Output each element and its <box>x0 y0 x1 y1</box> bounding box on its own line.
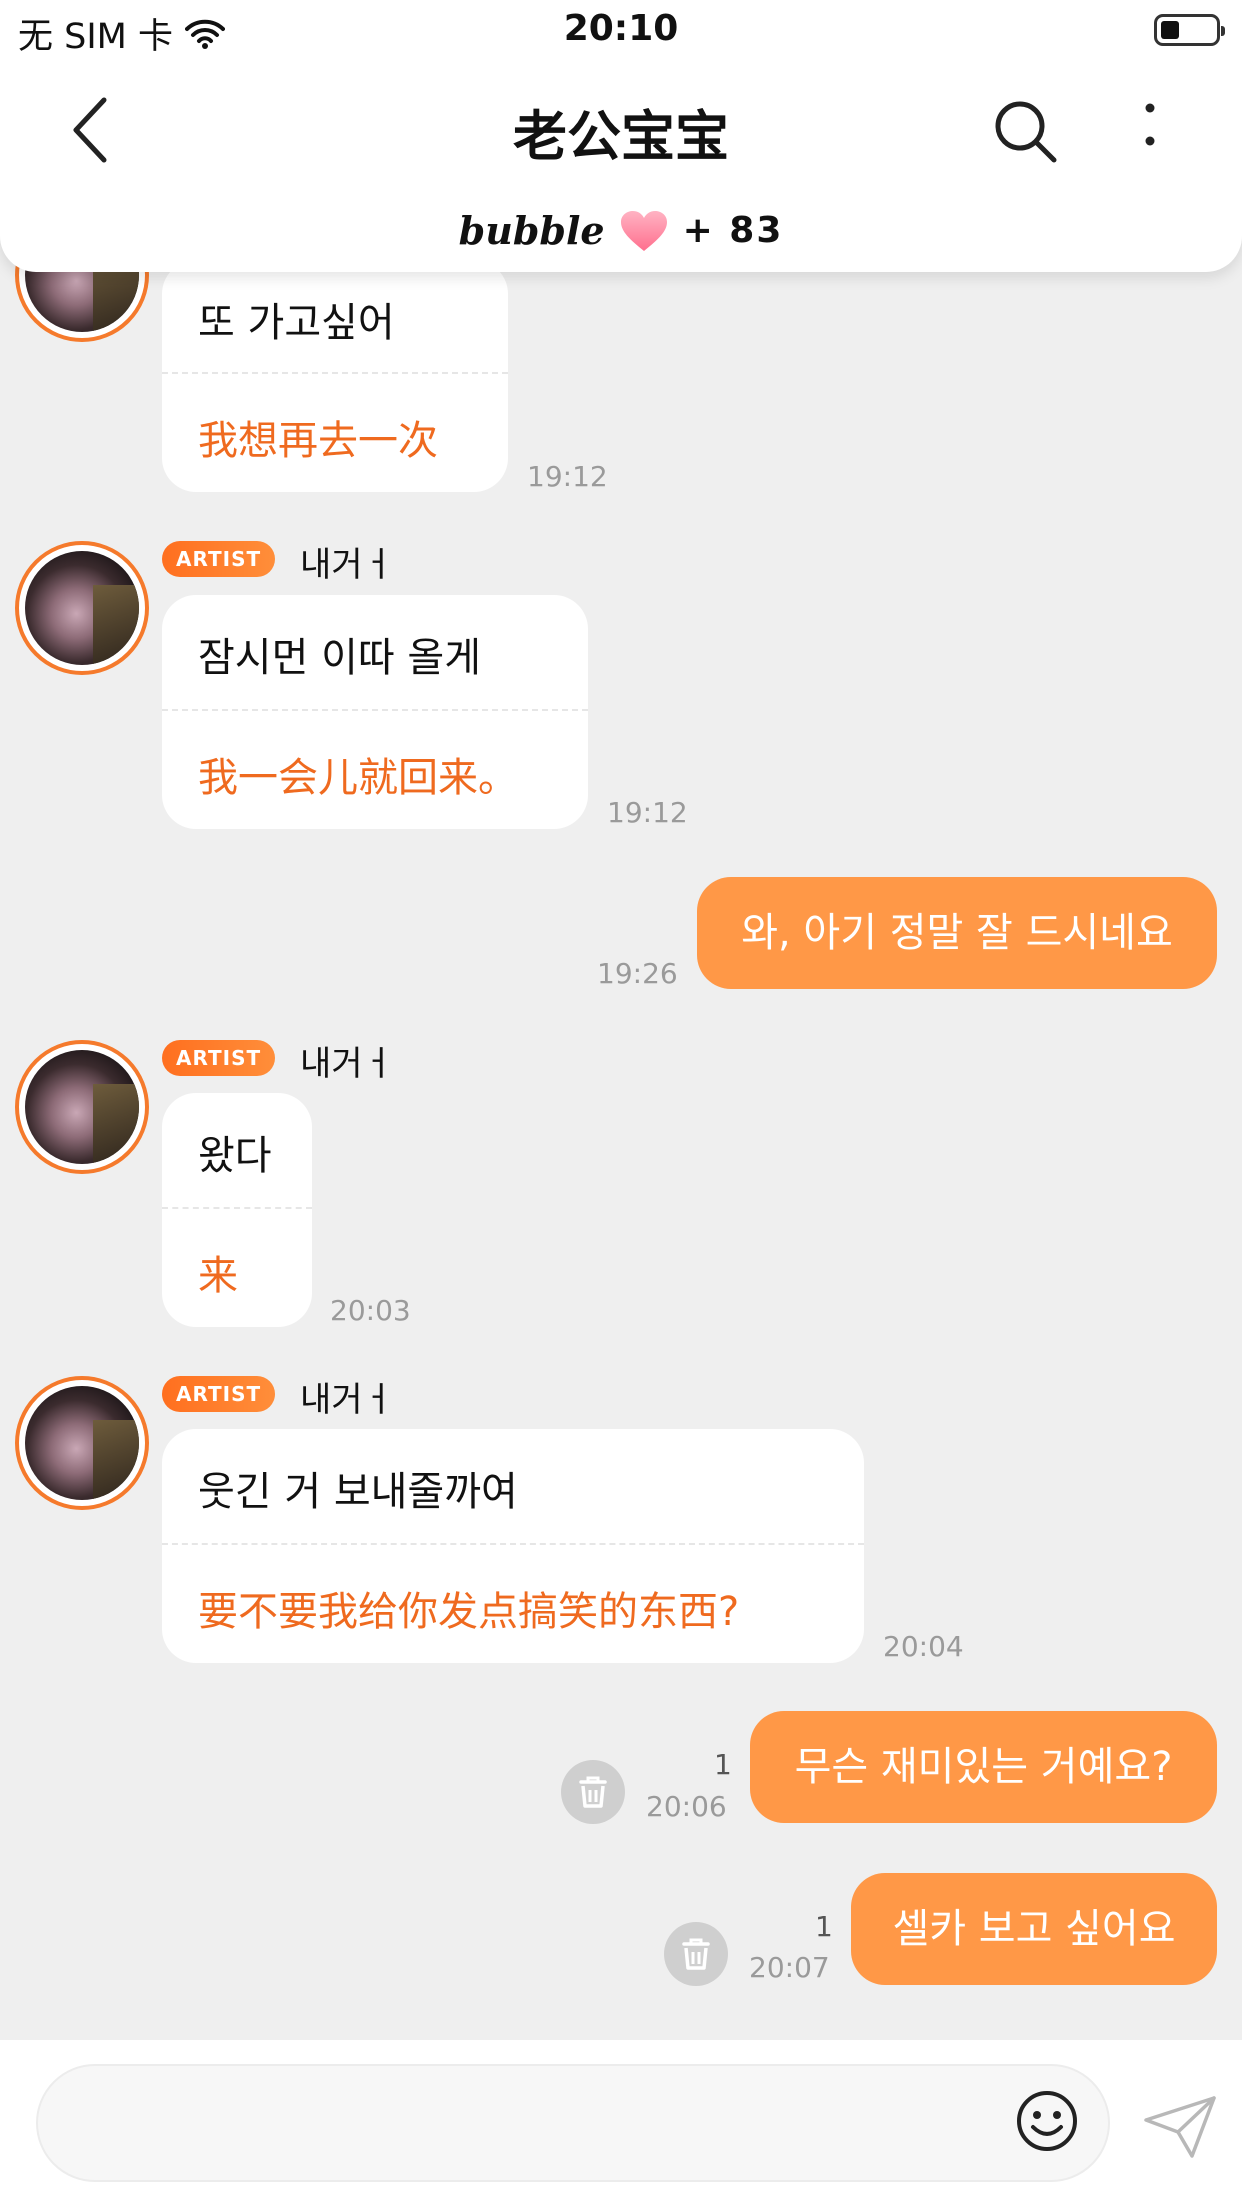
sender-name: 내거ㅓ <box>300 1044 394 1084</box>
message-korean: 왔다 <box>198 1133 272 1179</box>
message-time: 20:03 <box>330 1294 411 1327</box>
message-time: 19:12 <box>607 796 688 829</box>
more-vertical-icon <box>1145 103 1155 146</box>
artist-avatar[interactable] <box>15 541 149 675</box>
message-translation: 我一会儿就回来。 <box>198 755 518 801</box>
received-message: 왔다 来 <box>162 1093 312 1327</box>
delete-message-button[interactable] <box>561 1760 625 1824</box>
sender-name: 내거ㅓ <box>300 1380 394 1420</box>
sent-message: 와, 아기 정말 잘 드시네요 <box>697 877 1217 989</box>
message-divider <box>162 709 588 711</box>
message-divider <box>162 1543 864 1545</box>
unread-count: 1 <box>714 1748 732 1781</box>
message-input[interactable] <box>36 2064 1110 2182</box>
composer-bar <box>0 2040 1242 2208</box>
message-time: 20:07 <box>749 1951 830 1984</box>
trash-icon <box>682 1938 710 1970</box>
send-icon <box>1144 2096 1216 2158</box>
search-button[interactable] <box>990 96 1060 166</box>
bubble-status: bubble + 83 <box>0 208 1242 253</box>
artist-badge: ARTIST <box>162 541 276 577</box>
search-icon <box>995 101 1057 163</box>
artist-avatar[interactable] <box>15 1376 149 1510</box>
received-message: 또 가고싶어 我想再去一次 <box>162 260 508 492</box>
message-time: 19:12 <box>527 460 608 493</box>
sender-name: 내거ㅓ <box>300 545 394 585</box>
message-korean: 또 가고싶어 <box>198 300 395 346</box>
heart-icon <box>620 210 667 251</box>
bubble-label: bubble <box>458 208 605 253</box>
emoji-button[interactable] <box>1014 2088 1080 2154</box>
message-korean: 잠시먼 이따 올게 <box>198 635 482 681</box>
received-message: 웃긴 거 보내줄까여 要不要我给你发点搞笑的东西? <box>162 1429 864 1663</box>
sent-message: 무슨 재미있는 거예요? <box>750 1711 1217 1823</box>
artist-badge: ARTIST <box>162 1376 276 1412</box>
message-time: 20:04 <box>883 1630 964 1663</box>
artist-avatar[interactable] <box>15 1040 149 1174</box>
artist-badge: ARTIST <box>162 1040 276 1076</box>
message-divider <box>162 372 508 374</box>
bubble-count: + 83 <box>682 210 784 251</box>
message-translation: 要不要我给你发点搞笑的东西? <box>198 1589 740 1635</box>
message-time: 20:06 <box>646 1790 727 1823</box>
message-time: 19:26 <box>597 957 678 990</box>
send-button[interactable] <box>1140 2092 1220 2162</box>
message-divider <box>162 1207 312 1209</box>
header: 无 SIM 卡 20:10 老公宝宝 bubble + 83 <box>0 0 1242 272</box>
more-button[interactable] <box>1130 96 1170 166</box>
message-translation: 我想再去一次 <box>198 418 438 464</box>
trash-icon <box>579 1776 607 1808</box>
delete-message-button[interactable] <box>664 1922 728 1986</box>
emoji-icon <box>1017 2091 1077 2151</box>
battery-icon <box>1154 14 1225 46</box>
message-korean: 웃긴 거 보내줄까여 <box>198 1469 518 1515</box>
unread-count: 1 <box>815 1910 833 1943</box>
message-translation: 来 <box>198 1253 238 1299</box>
status-time: 20:10 <box>563 8 679 49</box>
sent-message: 셀카 보고 싶어요 <box>851 1873 1217 1985</box>
received-message: 잠시먼 이따 올게 我一会儿就回来。 <box>162 595 588 829</box>
